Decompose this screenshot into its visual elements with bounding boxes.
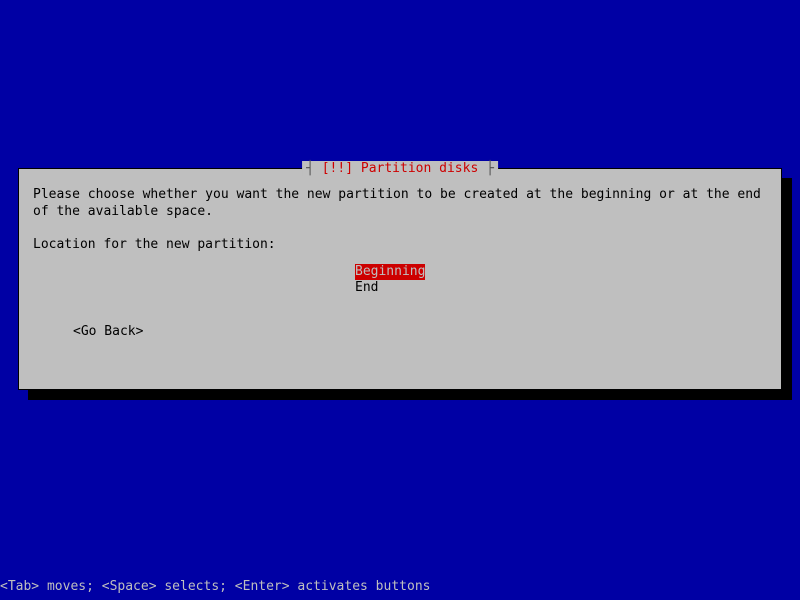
- footer-help: <Tab> moves; <Space> selects; <Enter> ac…: [0, 579, 430, 594]
- go-back-button[interactable]: <Go Back>: [33, 324, 767, 341]
- instruction-text: Please choose whether you want the new p…: [33, 187, 767, 221]
- dialog-title: ┤ [!!] Partition disks ├: [302, 161, 498, 176]
- option-end[interactable]: End: [355, 280, 378, 296]
- title-marks: [!!]: [322, 161, 353, 176]
- partition-dialog: ┤ [!!] Partition disks ├ Please choose w…: [18, 168, 782, 390]
- title-text: Partition disks: [361, 161, 478, 176]
- options-list: Beginning End: [33, 264, 767, 297]
- dialog-content: Please choose whether you want the new p…: [19, 169, 781, 359]
- option-beginning[interactable]: Beginning: [355, 264, 425, 280]
- prompt-text: Location for the new partition:: [33, 237, 767, 254]
